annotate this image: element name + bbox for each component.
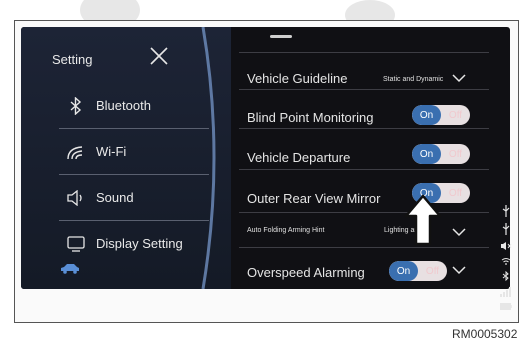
sidebar-item-bluetooth[interactable]: Bluetooth — [59, 83, 209, 129]
list-item — [239, 27, 489, 53]
toggle-switch[interactable]: On Off — [412, 105, 470, 125]
setting-overspeed: Overspeed Alarming On Off — [239, 248, 489, 288]
setting-vehicle-guideline[interactable]: Vehicle Guideline Static and Dynamic — [239, 53, 489, 90]
bluetooth-status-icon — [499, 271, 513, 281]
chevron-down-icon[interactable] — [452, 265, 466, 275]
settings-list: Vehicle Guideline Static and Dynamic Bli… — [239, 27, 489, 289]
sidebar-item-label: Wi-Fi — [96, 144, 127, 159]
toggle-off: Off — [425, 265, 440, 277]
sidebar-item-display[interactable]: Display Setting — [59, 221, 209, 266]
setting-auto-folding[interactable]: Auto Folding Arming Hint Lighting and — [239, 213, 489, 248]
drag-handle[interactable] — [270, 35, 292, 38]
toggle-off: Off — [448, 187, 463, 199]
sidebar: Setting Bluetooth Wi-Fi Sound Display Se… — [21, 27, 231, 289]
close-icon[interactable] — [149, 46, 169, 66]
setting-outer-mirror: Outer Rear View Mirror On Off — [239, 170, 489, 213]
wifi-status-icon — [499, 257, 513, 265]
setting-value: Static and Dynamic — [383, 76, 444, 83]
sidebar-header: Setting — [21, 27, 201, 67]
setting-vehicle-departure: Vehicle Departure On Off — [239, 129, 489, 170]
setting-blind-point: Blind Point Monitoring On Off — [239, 90, 489, 129]
sidebar-item-wifi[interactable]: Wi-Fi — [59, 129, 209, 175]
wifi-icon — [66, 142, 86, 162]
callout-arrow-icon — [404, 194, 442, 246]
setting-label: Vehicle Guideline — [247, 71, 348, 86]
toggle-on: On — [389, 261, 418, 281]
toggle-on: On — [412, 144, 441, 164]
setting-label: Overspeed Alarming — [247, 265, 365, 280]
sidebar-nav: Bluetooth Wi-Fi Sound Display Setting — [59, 83, 209, 266]
chevron-down-icon[interactable] — [452, 73, 466, 83]
setting-label: Auto Folding Arming Hint — [247, 227, 325, 234]
battery-icon — [499, 303, 513, 310]
toggle-off: Off — [448, 109, 463, 121]
sidebar-item-label: Display Setting — [96, 236, 183, 251]
setting-label: Outer Rear View Mirror — [247, 191, 381, 206]
sidebar-item-sound[interactable]: Sound — [59, 175, 209, 221]
toggle-switch[interactable]: On Off — [412, 144, 470, 164]
usb-icon — [499, 205, 513, 217]
status-bar — [499, 205, 513, 316]
speaker-icon — [66, 188, 86, 208]
infotainment-screen: Setting Bluetooth Wi-Fi Sound Display Se… — [21, 27, 510, 289]
setting-label: Blind Point Monitoring — [247, 110, 374, 125]
usb-icon — [499, 223, 513, 235]
sidebar-item-label: Bluetooth — [96, 98, 151, 113]
display-icon — [66, 234, 86, 254]
car-icon[interactable] — [59, 262, 81, 274]
reference-code: RM0005302 — [452, 327, 518, 341]
sidebar-item-label: Sound — [96, 190, 134, 205]
toggle-on: On — [412, 105, 441, 125]
mute-icon — [499, 241, 513, 251]
setting-label: Vehicle Departure — [247, 150, 351, 165]
sidebar-title: Setting — [52, 52, 93, 67]
chevron-down-icon[interactable] — [452, 227, 466, 237]
signal-icon — [499, 287, 513, 297]
toggle-switch[interactable]: On Off — [389, 261, 447, 281]
bluetooth-icon — [66, 96, 86, 116]
toggle-off: Off — [448, 148, 463, 160]
